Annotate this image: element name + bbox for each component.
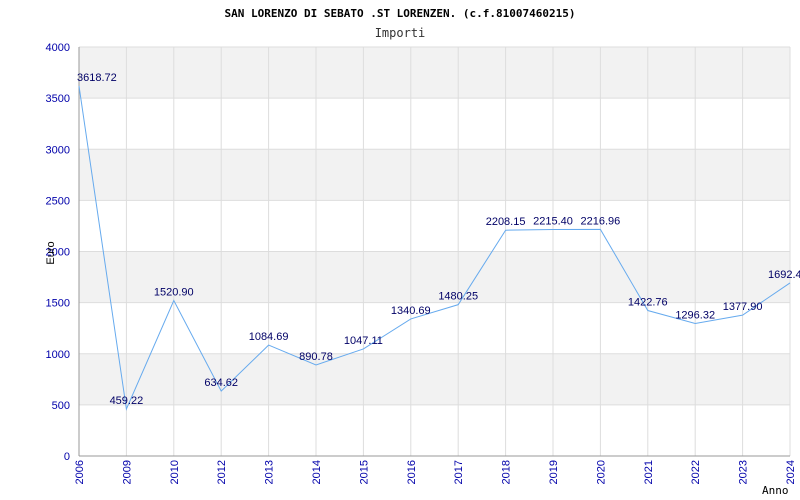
band-5 xyxy=(79,149,790,201)
x-tick-label-2017: 2017 xyxy=(453,460,465,484)
x-tick-labels: 2006 2009 2010 2012 2013 2014 2015 2016 2017 2018… xyxy=(74,460,797,484)
x-tick-label-2013: 2013 xyxy=(264,460,276,484)
data-label-2022: 1296.32 xyxy=(675,309,715,321)
data-label-2014: 890.78 xyxy=(299,351,333,363)
data-label-2012: 634.62 xyxy=(204,377,238,389)
y-tick-label-1000: 1000 xyxy=(46,349,70,361)
x-tick-label-2019: 2019 xyxy=(548,460,560,484)
y-tick-label-1500: 1500 xyxy=(46,298,70,310)
chart-subtitle: Importi xyxy=(375,26,426,40)
data-label-2015: 1047.11 xyxy=(344,335,383,347)
x-tick-label-2015: 2015 xyxy=(358,460,370,484)
data-label-2009: 459.22 xyxy=(110,395,144,407)
data-label-2016: 1340.69 xyxy=(391,305,431,317)
x-tick-label-2012: 2012 xyxy=(216,460,228,484)
y-tick-label-4000: 4000 xyxy=(46,42,70,54)
x-tick-label-2023: 2023 xyxy=(738,460,750,484)
y-tick-label-3500: 3500 xyxy=(46,93,70,105)
data-label-2019: 2215.40 xyxy=(533,215,573,227)
x-tick-label-2014: 2014 xyxy=(311,460,323,484)
y-tick-label-3000: 3000 xyxy=(46,144,70,156)
x-tick-label-2016: 2016 xyxy=(406,460,418,484)
line-chart: 05001000150020002500300035004000 2006 200… xyxy=(45,7,800,497)
data-label-2020: 2216.96 xyxy=(581,215,621,227)
data-label-2024: 1692.4 xyxy=(768,269,800,281)
x-tick-label-2018: 2018 xyxy=(501,460,513,484)
chart-title: SAN LORENZO DI SEBATO .ST LORENZEN. (c.f… xyxy=(225,7,576,20)
x-tick-label-2006: 2006 xyxy=(74,460,86,484)
data-label-2010: 1520.90 xyxy=(154,286,194,298)
data-label-2013: 1084.69 xyxy=(249,331,289,343)
x-tick-label-2022: 2022 xyxy=(690,460,702,484)
x-tick-label-2020: 2020 xyxy=(595,460,607,484)
x-tick-label-2009: 2009 xyxy=(121,460,133,484)
data-label-2006: 3618.72 xyxy=(77,72,117,84)
data-label-2023: 1377.90 xyxy=(723,301,763,313)
data-label-2021: 1422.76 xyxy=(628,297,668,309)
plot-background-bands xyxy=(79,47,790,405)
x-tick-label-2024: 2024 xyxy=(785,460,797,484)
x-tick-label-2021: 2021 xyxy=(643,460,655,484)
data-label-2017: 1480.25 xyxy=(438,291,478,303)
x-tick-label-2010: 2010 xyxy=(169,460,181,484)
x-axis-label: Anno xyxy=(762,484,789,497)
y-tick-label-2500: 2500 xyxy=(46,195,70,207)
band-1 xyxy=(79,353,790,405)
y-tick-label-0: 0 xyxy=(64,451,70,463)
y-axis-label: Euro xyxy=(45,241,57,264)
y-tick-label-500: 500 xyxy=(52,400,70,412)
band-7 xyxy=(79,47,790,99)
data-label-2018: 2208.15 xyxy=(486,216,526,228)
